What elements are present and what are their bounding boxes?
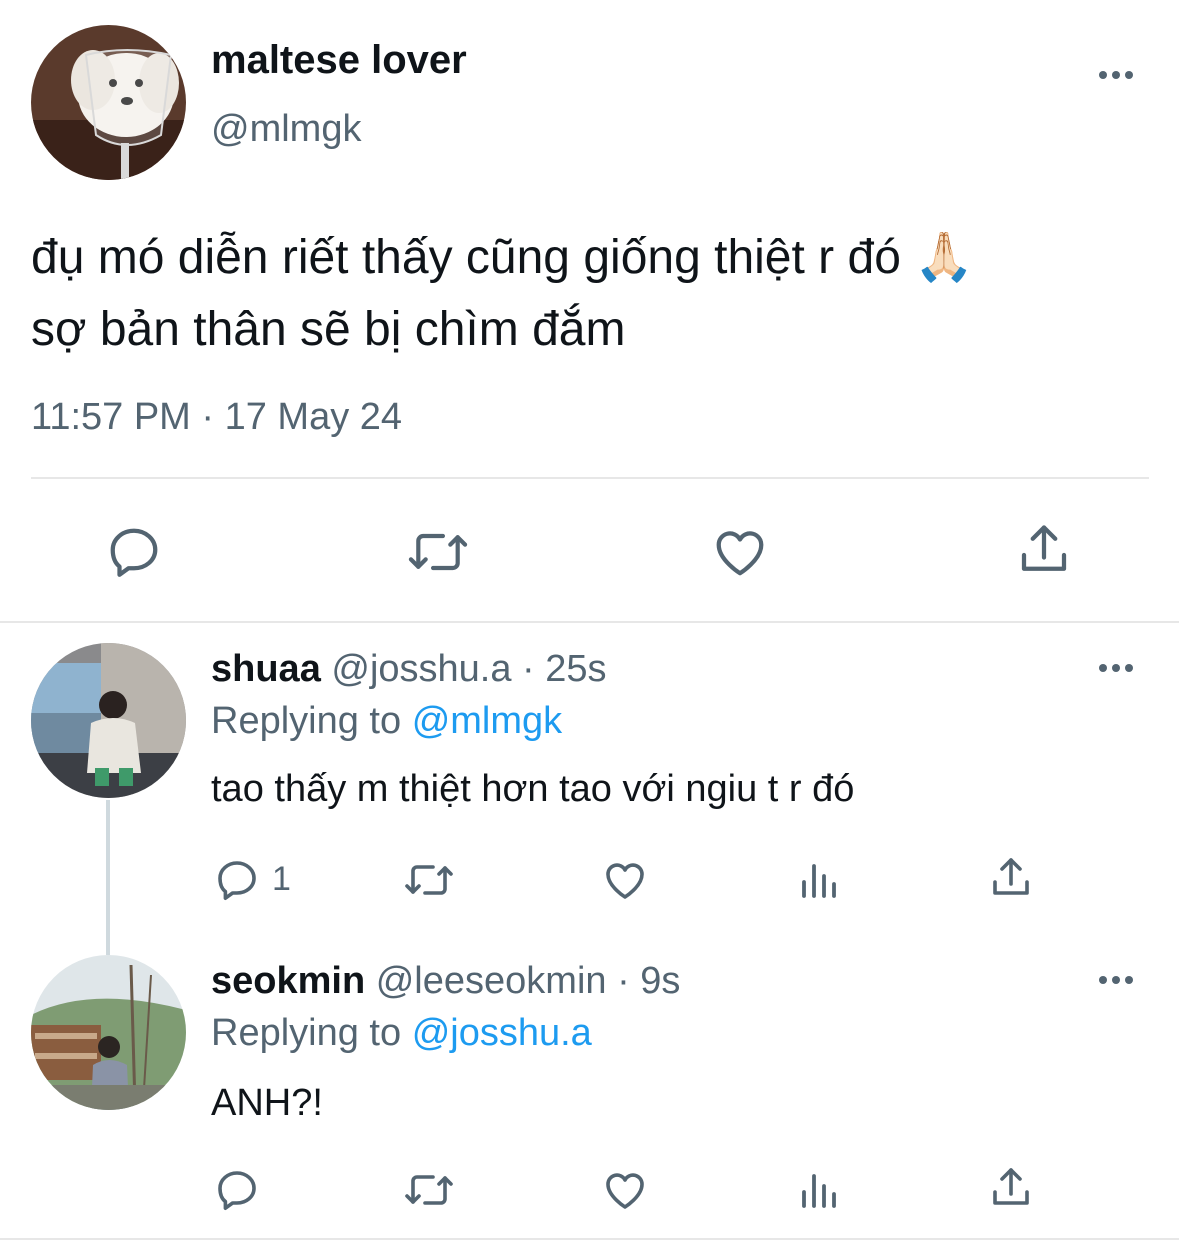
retweet-icon[interactable] [406,522,470,582]
replying-to-handle[interactable]: @josshu.a [412,1012,592,1054]
reply-icon[interactable] [213,856,261,904]
avatar-image [31,955,186,1110]
more-options-icon[interactable] [1099,664,1133,672]
reply-text: ANH?! [211,1082,323,1124]
share-icon[interactable] [1014,520,1074,580]
like-icon[interactable] [601,1166,649,1214]
tweet-text-line: đụ mó diễn riết thấy cũng giống thiệt r … [31,231,974,284]
reply-icon[interactable] [213,1166,261,1214]
more-options-icon[interactable] [1099,976,1133,984]
replying-to: Replying to @josshu.a [211,1012,592,1055]
views-icon[interactable] [796,856,844,904]
reply-header: seokmin @leeseokmin · 9s [211,960,680,1003]
tweet-timestamp[interactable]: 11:57 PM · 17 May 24 [31,396,402,439]
replying-to-handle[interactable]: @mlmgk [412,700,562,742]
divider [0,1238,1179,1240]
author-meta[interactable]: @josshu.a · 25s [331,648,606,690]
replying-to-label: Replying to [211,700,402,742]
author-meta[interactable]: @leeseokmin · 9s [376,960,681,1002]
replying-to-label: Replying to [211,1012,402,1054]
share-icon[interactable] [987,1164,1035,1212]
avatar[interactable] [31,643,186,798]
retweet-icon[interactable] [403,856,455,904]
avatar-image [31,25,186,180]
author-name[interactable]: maltese lover [211,38,467,83]
reply-icon[interactable] [104,522,164,582]
avatar-image [31,643,186,798]
share-icon[interactable] [987,854,1035,902]
tweet-text-line: sợ bản thân sẽ bị chìm đắm [31,303,626,356]
thread-line [106,800,110,955]
tweet-text: đụ mó diễn riết thấy cũng giống thiệt r … [31,222,974,366]
reply-count: 1 [272,860,291,898]
divider [31,477,1149,479]
avatar[interactable] [31,955,186,1110]
reply-text: tao thấy m thiệt hơn tao với ngiu t r đó [211,768,855,810]
like-icon[interactable] [601,856,649,904]
replying-to: Replying to @mlmgk [211,700,562,743]
more-options-icon[interactable] [1099,71,1133,79]
avatar[interactable] [31,25,186,180]
author-name[interactable]: shuaa [211,648,321,690]
reply-header: shuaa @josshu.a · 25s [211,648,607,691]
retweet-icon[interactable] [403,1166,455,1214]
author-name[interactable]: seokmin [211,960,365,1002]
views-icon[interactable] [796,1166,844,1214]
author-handle[interactable]: @mlmgk [211,108,361,151]
divider [0,621,1179,623]
like-icon[interactable] [710,522,770,582]
